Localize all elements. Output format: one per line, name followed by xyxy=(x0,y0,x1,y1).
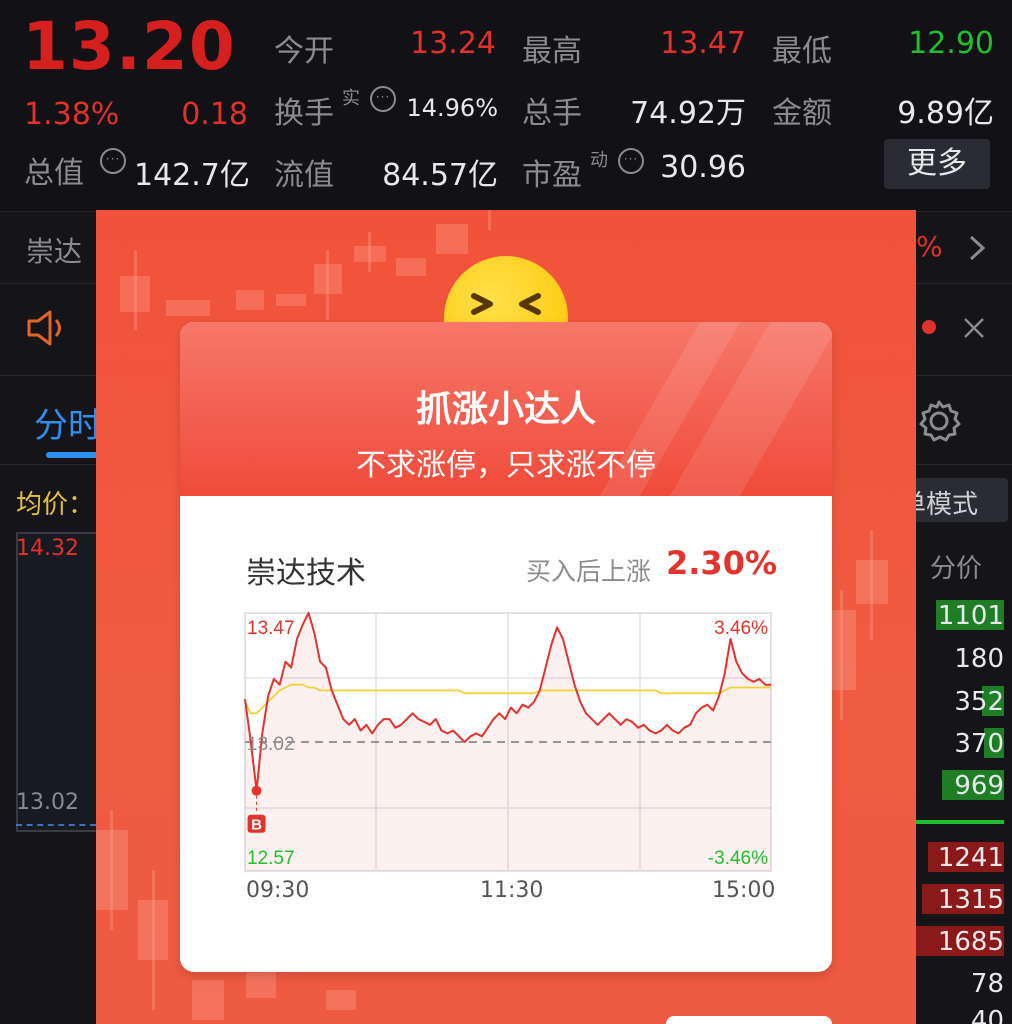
market-cap-value: 142.7亿 xyxy=(134,158,250,193)
pct-max-label: 3.46% xyxy=(714,618,768,639)
open-value: 13.24 xyxy=(410,26,496,61)
avg-dash-line xyxy=(16,824,96,826)
change-amount: 0.18 xyxy=(181,97,248,132)
tick-value: 1315 xyxy=(937,885,1004,915)
turnover-realtime-sup: 实 xyxy=(342,88,360,109)
tick-value: 969 xyxy=(954,771,1004,801)
x-tick-label: 11:30 xyxy=(480,878,544,903)
pct-min-label: -3.46% xyxy=(708,848,768,869)
amount-label: 金额 xyxy=(772,96,832,131)
buy-point xyxy=(251,785,262,796)
tick-value: 1101 xyxy=(937,601,1004,631)
more-button[interactable]: 更多 xyxy=(884,139,990,189)
pe-label: 市盈 xyxy=(522,158,582,193)
promo-subtitle: 不求涨停，只求涨不停 xyxy=(356,448,656,483)
tick-value: 1685 xyxy=(937,927,1004,957)
speaker-icon[interactable] xyxy=(26,308,72,348)
tick-value: 370 xyxy=(954,729,1004,759)
chart-high-price: 14.32 xyxy=(16,536,79,561)
promo-card-header: 抓涨小达人 不求涨停，只求涨不停 xyxy=(180,322,832,496)
current-price: 13.20 xyxy=(22,8,236,85)
x-tick-label: 15:00 xyxy=(712,878,776,903)
y-base-label: 13.02 xyxy=(247,734,295,755)
tick-value: 40 xyxy=(970,1006,1004,1024)
gain-value: 2.30% xyxy=(666,544,778,582)
info-icon[interactable]: ··· xyxy=(618,148,644,174)
high-value: 13.47 xyxy=(660,26,746,61)
chevron-right-icon[interactable] xyxy=(966,234,988,262)
y-max-label: 13.47 xyxy=(247,618,295,639)
market-cap-label: 总值 xyxy=(24,156,84,191)
float-cap-value: 84.57亿 xyxy=(382,158,498,193)
turnover-label: 换手 xyxy=(274,96,334,131)
volume-label: 总手 xyxy=(522,96,582,131)
gain-label: 买入后上涨 xyxy=(526,557,652,586)
intraday-chart-remnant xyxy=(16,532,96,832)
avg-price-label: 均价： xyxy=(16,490,95,520)
low-label: 最低 xyxy=(772,34,832,69)
buy-marker-label: B xyxy=(251,817,262,834)
float-cap-label: 流值 xyxy=(274,158,334,193)
buy-sell-divider xyxy=(916,820,1004,824)
close-icon[interactable] xyxy=(962,316,986,340)
y-min-label: 12.57 xyxy=(247,848,295,869)
amount-value: 9.89亿 xyxy=(897,96,994,131)
info-icon[interactable]: ··· xyxy=(100,148,126,174)
pe-dynamic-sup: 动 xyxy=(590,150,608,171)
settings-gear-icon[interactable] xyxy=(916,398,962,444)
high-label: 最高 xyxy=(522,34,582,69)
stock-name: 崇达技术 xyxy=(246,556,366,591)
news-row-label: 崇达 xyxy=(26,235,83,268)
change-percent: 1.38% xyxy=(24,97,120,132)
volume-value: 74.92万 xyxy=(630,96,746,131)
tick-value: 1241 xyxy=(937,843,1004,873)
tick-value: 78 xyxy=(970,969,1004,999)
detail-column-header: 分价 xyxy=(930,554,983,584)
quote-panel: 13.20 1.38% 0.18 总值 ··· 142.7亿 今开 13.24 … xyxy=(0,0,1012,212)
tab-intraday[interactable]: 分时 xyxy=(34,398,102,447)
tick-value: 180 xyxy=(954,644,1004,674)
news-row-percent: % xyxy=(916,230,943,263)
pe-value: 30.96 xyxy=(660,150,746,185)
info-icon[interactable]: ··· xyxy=(370,86,396,112)
unread-dot xyxy=(922,320,936,334)
open-label: 今开 xyxy=(274,34,334,69)
tick-value: 352 xyxy=(954,687,1004,717)
x-tick-label: 09:30 xyxy=(246,878,310,903)
turnover-value: 14.96% xyxy=(406,94,498,122)
low-value: 12.90 xyxy=(908,26,994,61)
chart-base-price: 13.02 xyxy=(16,790,79,815)
promo-action-button[interactable] xyxy=(666,1016,832,1024)
intraday-line-chart: B 13.47 13.02 12.57 3.46% -3.46% xyxy=(244,612,772,872)
promo-title: 抓涨小达人 xyxy=(415,389,596,430)
